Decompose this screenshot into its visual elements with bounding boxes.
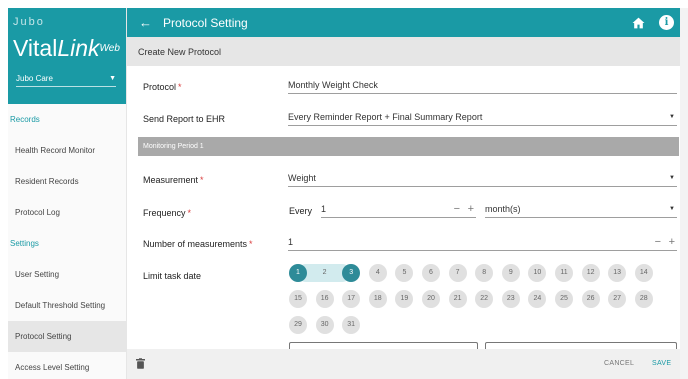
day-chip-27[interactable]: 27 bbox=[608, 290, 627, 308]
plus-icon[interactable]: + bbox=[468, 202, 474, 216]
measurement-label: Measurement * bbox=[143, 175, 204, 185]
limit-task-date-label: Limit task date bbox=[143, 271, 202, 281]
frequency-prefix: Every bbox=[289, 206, 313, 216]
minus-icon[interactable]: − bbox=[454, 202, 460, 216]
send-report-select-value: Every Reminder Report + Final Summary Re… bbox=[288, 112, 483, 122]
sidebar: Jubo VitalLinkWeb Jubo Care ▼ Records He… bbox=[8, 8, 127, 379]
caret-down-icon: ▼ bbox=[669, 175, 675, 181]
frequency-stepper-value: 1 bbox=[321, 204, 327, 214]
day-chip-8[interactable]: 8 bbox=[475, 264, 494, 282]
sidebar-item-default-threshold-setting[interactable]: Default Threshold Setting bbox=[8, 290, 126, 321]
day-chip-5[interactable]: 5 bbox=[395, 264, 414, 282]
sidebar-item-access-level-setting[interactable]: Access Level Setting bbox=[8, 352, 126, 379]
day-chip-9[interactable]: 9 bbox=[501, 264, 520, 282]
sidebar-item-protocol-log[interactable]: Protocol Log bbox=[8, 197, 126, 228]
day-chip-1[interactable]: 1 bbox=[289, 264, 307, 282]
nav-section-settings: Settings bbox=[10, 239, 39, 248]
frequency-unit-select[interactable]: month(s) ▼ bbox=[485, 202, 677, 218]
protocol-input-value: Monthly Weight Check bbox=[288, 80, 378, 90]
frequency-stepper[interactable]: 1 − + bbox=[321, 202, 476, 218]
minus-icon[interactable]: − bbox=[655, 235, 661, 249]
measurement-select-value: Weight bbox=[288, 173, 316, 183]
day-chip-31[interactable]: 31 bbox=[342, 316, 361, 334]
required-mark: * bbox=[187, 208, 192, 218]
sidebar-item-resident-records[interactable]: Resident Records bbox=[8, 166, 126, 197]
measurement-select[interactable]: Weight ▼ bbox=[288, 171, 677, 187]
protocol-label-text: Protocol bbox=[143, 82, 177, 92]
day-chip-26[interactable]: 26 bbox=[581, 290, 600, 308]
send-report-label: Send Report to EHR bbox=[143, 114, 226, 124]
measurement-label-text: Measurement bbox=[143, 175, 199, 185]
day-chip-19[interactable]: 19 bbox=[395, 290, 414, 308]
logo-vital: Vital bbox=[13, 35, 58, 61]
form-header: Create New Protocol bbox=[127, 37, 680, 66]
home-icon[interactable] bbox=[632, 17, 645, 29]
day-chip-15[interactable]: 15 bbox=[289, 290, 307, 308]
form-footer: CANCEL SAVE bbox=[127, 349, 680, 379]
top-app-bar: ← Protocol Setting i bbox=[127, 8, 680, 37]
day-chip-24[interactable]: 24 bbox=[528, 290, 547, 308]
day-chip-14[interactable]: 14 bbox=[634, 264, 653, 282]
day-chip-28[interactable]: 28 bbox=[634, 290, 653, 308]
jubo-logo: Jubo bbox=[13, 16, 45, 28]
day-chip-23[interactable]: 23 bbox=[501, 290, 520, 308]
cancel-button[interactable]: CANCEL bbox=[604, 360, 634, 367]
send-report-select[interactable]: Every Reminder Report + Final Summary Re… bbox=[288, 110, 677, 126]
num-measurements-label: Number of measurements * bbox=[143, 239, 253, 249]
day-chip-2[interactable]: 2 bbox=[315, 264, 334, 282]
num-measurements-label-text: Number of measurements bbox=[143, 239, 248, 249]
day-chip-17[interactable]: 17 bbox=[342, 290, 361, 308]
sidebar-item-protocol-setting[interactable]: Protocol Setting bbox=[8, 321, 126, 352]
nav-section-records: Records bbox=[10, 115, 40, 124]
brand-panel: Jubo VitalLinkWeb Jubo Care ▼ bbox=[8, 8, 126, 104]
num-measurements-stepper[interactable]: 1 − + bbox=[288, 235, 677, 251]
day-chip-25[interactable]: 25 bbox=[555, 290, 573, 308]
day-chip-10[interactable]: 10 bbox=[528, 264, 547, 282]
page-title: Protocol Setting bbox=[163, 15, 248, 30]
day-chip-30[interactable]: 30 bbox=[315, 316, 334, 334]
day-chip-3[interactable]: 3 bbox=[342, 264, 361, 282]
day-chip-6[interactable]: 6 bbox=[422, 264, 440, 282]
save-button[interactable]: SAVE bbox=[652, 360, 671, 367]
required-mark: * bbox=[200, 175, 204, 185]
day-chip-13[interactable]: 13 bbox=[608, 264, 627, 282]
day-chip-22[interactable]: 22 bbox=[475, 290, 494, 308]
sidebar-item-user-setting[interactable]: User Setting bbox=[8, 259, 126, 290]
day-chip-7[interactable]: 7 bbox=[448, 264, 467, 282]
caret-down-icon: ▼ bbox=[669, 114, 675, 120]
caret-down-icon: ▼ bbox=[109, 75, 116, 82]
day-chip-4[interactable]: 4 bbox=[368, 264, 387, 282]
organization-select-value: Jubo Care bbox=[16, 74, 53, 83]
trash-icon[interactable] bbox=[136, 358, 145, 369]
sidebar-item-health-record-monitor[interactable]: Health Record Monitor bbox=[8, 135, 126, 166]
day-chip-11[interactable]: 11 bbox=[555, 264, 573, 282]
required-mark: * bbox=[249, 239, 253, 249]
day-chip-29[interactable]: 29 bbox=[289, 316, 307, 334]
required-mark: * bbox=[178, 82, 182, 92]
organization-select[interactable]: Jubo Care ▼ bbox=[16, 74, 116, 87]
logo-link: Link bbox=[57, 35, 100, 61]
day-chip-16[interactable]: 16 bbox=[315, 290, 334, 308]
protocol-input[interactable]: Monthly Weight Check bbox=[288, 78, 677, 94]
frequency-unit-value: month(s) bbox=[485, 204, 521, 214]
frequency-label-text: Frequency bbox=[143, 208, 186, 218]
arrow-left-icon[interactable]: ← bbox=[139, 15, 153, 30]
day-chip-12[interactable]: 12 bbox=[581, 264, 600, 282]
day-chip-21[interactable]: 21 bbox=[448, 290, 467, 308]
scrollbar[interactable] bbox=[680, 8, 688, 379]
caret-down-icon: ▼ bbox=[669, 206, 675, 212]
day-chip-18[interactable]: 18 bbox=[368, 290, 387, 308]
day-chip-20[interactable]: 20 bbox=[422, 290, 440, 308]
frequency-label: Frequency * bbox=[143, 208, 191, 218]
num-measurements-value: 1 bbox=[288, 237, 294, 247]
monitoring-period-header: Monitoring Period 1 bbox=[138, 137, 679, 156]
logo-web: Web bbox=[99, 43, 120, 54]
info-icon[interactable]: i bbox=[659, 15, 674, 30]
protocol-label: Protocol * bbox=[143, 82, 182, 92]
plus-icon[interactable]: + bbox=[669, 235, 675, 249]
app-logo: VitalLinkWeb bbox=[13, 34, 121, 62]
